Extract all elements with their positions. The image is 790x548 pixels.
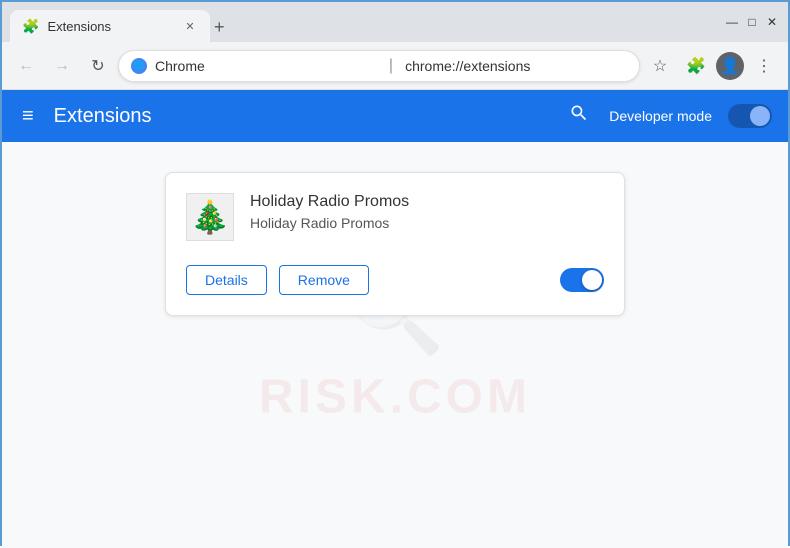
forward-button[interactable]: →: [46, 50, 78, 82]
developer-mode-toggle-knob: [750, 106, 770, 126]
search-icon: [569, 103, 589, 123]
minimize-button[interactable]: —: [724, 14, 740, 30]
address-site-name: Chrome: [155, 58, 377, 74]
extension-enable-toggle[interactable]: [560, 268, 604, 292]
extension-card: 🎄 Holiday Radio Promos Holiday Radio Pro…: [165, 172, 625, 316]
extensions-content: 🔍 RISK.COM 🎄 Holiday Radio Promos Holida…: [2, 142, 788, 548]
bookmark-button[interactable]: ☆: [644, 50, 676, 82]
browser-menu-button[interactable]: ⋮: [748, 50, 780, 82]
extension-card-top: 🎄 Holiday Radio Promos Holiday Radio Pro…: [186, 193, 604, 241]
address-separator: |: [389, 57, 393, 75]
back-button[interactable]: ←: [10, 50, 42, 82]
tab-favicon: 🧩: [22, 18, 39, 35]
active-tab[interactable]: 🧩 Extensions ✕: [10, 10, 210, 42]
page-title: Extensions: [54, 105, 550, 128]
extensions-header: ≡ Extensions Developer mode: [2, 90, 788, 142]
window-controls: — □ ✕: [724, 14, 780, 30]
refresh-button[interactable]: ↻: [82, 50, 114, 82]
extension-toggle-area: [560, 268, 604, 292]
titlebar: 🧩 Extensions ✕ + — □ ✕: [2, 2, 788, 42]
account-icon: 👤: [720, 56, 740, 76]
extension-icon-button[interactable]: 🧩: [680, 50, 712, 82]
extension-name: Holiday Radio Promos: [250, 193, 409, 211]
maximize-button[interactable]: □: [744, 14, 760, 30]
account-button[interactable]: 👤: [716, 52, 744, 80]
site-icon: 🌐: [131, 58, 147, 74]
extension-logo: 🎄: [186, 193, 234, 241]
extension-toggle-knob: [582, 270, 602, 290]
extension-card-bottom: Details Remove: [186, 265, 604, 295]
developer-mode-label: Developer mode: [609, 108, 712, 124]
extension-logo-icon: 🎄: [190, 198, 230, 236]
remove-button[interactable]: Remove: [279, 265, 369, 295]
address-url: chrome://extensions: [405, 58, 627, 74]
details-button[interactable]: Details: [186, 265, 267, 295]
new-tab-button[interactable]: +: [210, 13, 229, 42]
tab-close-button[interactable]: ✕: [182, 18, 198, 34]
extension-info: Holiday Radio Promos Holiday Radio Promo…: [250, 193, 409, 231]
tab-area: 🧩 Extensions ✕ +: [10, 2, 716, 42]
toolbar: ← → ↻ 🌐 Chrome | chrome://extensions ☆ 🧩…: [2, 42, 788, 90]
sidebar-toggle-button[interactable]: ≡: [18, 101, 38, 132]
close-button[interactable]: ✕: [764, 14, 780, 30]
tab-title: Extensions: [47, 19, 174, 34]
developer-mode-toggle[interactable]: [728, 104, 772, 128]
address-bar[interactable]: 🌐 Chrome | chrome://extensions: [118, 50, 640, 82]
toolbar-icons: ☆ 🧩 👤 ⋮: [644, 50, 780, 82]
extension-description: Holiday Radio Promos: [250, 215, 409, 231]
search-button[interactable]: [565, 99, 593, 133]
watermark-text: RISK.COM: [259, 370, 531, 425]
